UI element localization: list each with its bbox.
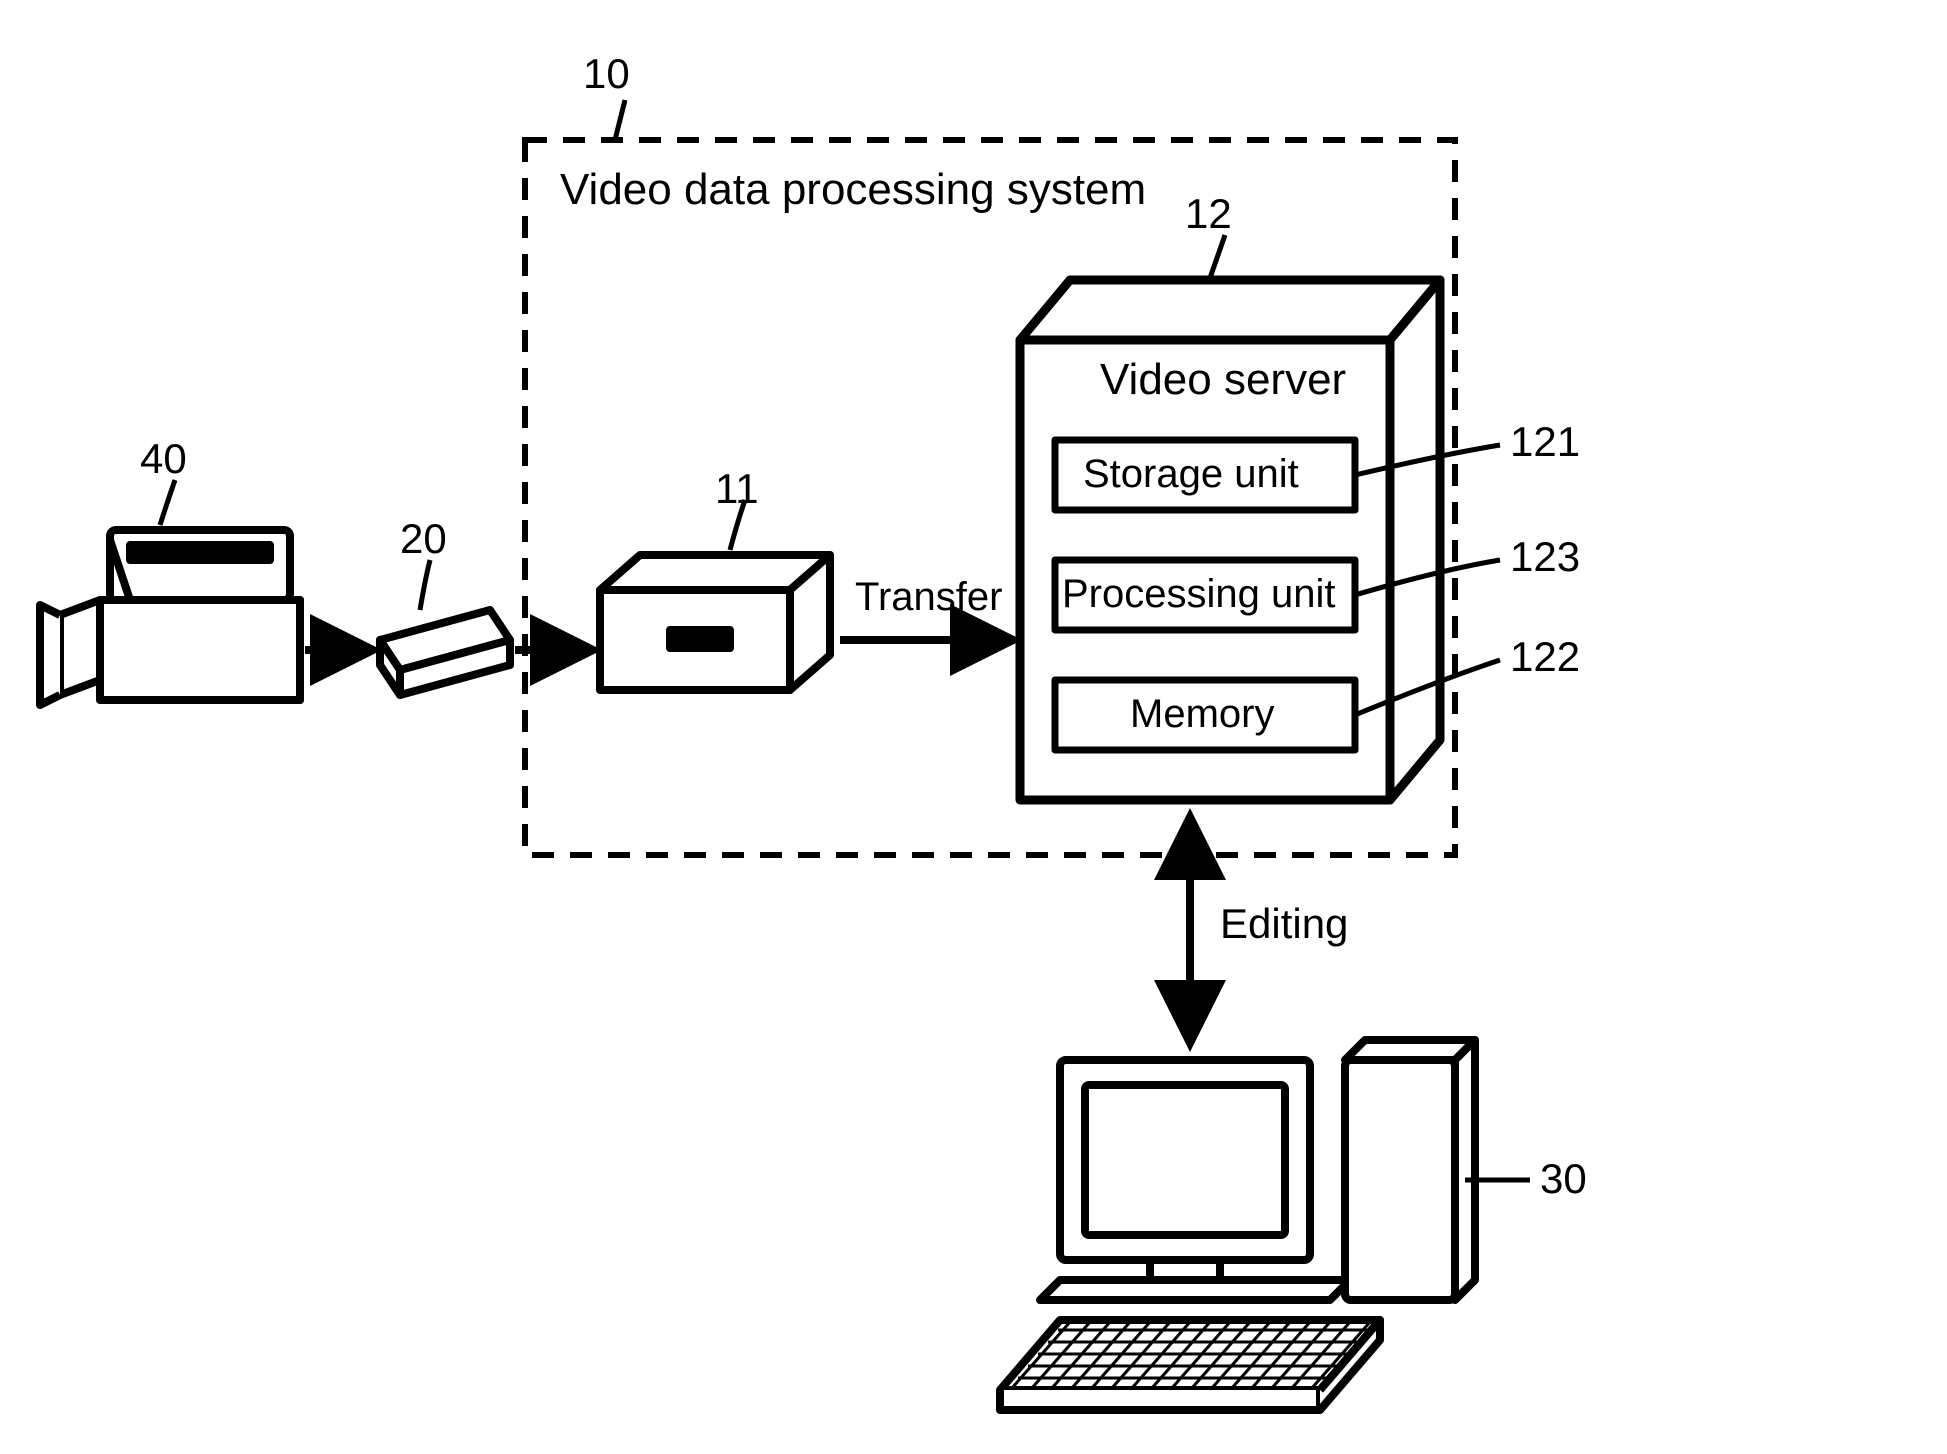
ref-30: 30 (1540, 1155, 1587, 1203)
ref-122: 122 (1510, 633, 1580, 681)
leader-12 (1210, 235, 1225, 278)
media-icon (380, 610, 510, 695)
diagram-svg (0, 0, 1947, 1454)
leader-10 (615, 100, 625, 140)
camera-icon (40, 530, 300, 705)
diagram-stage: 10 11 12 20 30 40 121 123 122 Video data… (0, 0, 1947, 1454)
ref-121: 121 (1510, 418, 1580, 466)
leader-40 (160, 480, 175, 525)
ref-12: 12 (1185, 190, 1232, 238)
editing-label: Editing (1220, 900, 1348, 948)
system-title: Video data processing system (560, 165, 1146, 215)
memory-label: Memory (1130, 692, 1274, 737)
server-title: Video server (1100, 355, 1346, 405)
processing-unit-label: Processing unit (1062, 572, 1335, 617)
storage-unit-label: Storage unit (1083, 452, 1299, 497)
transfer-label: Transfer (855, 575, 1002, 620)
reader-icon (600, 555, 830, 690)
leader-20 (420, 560, 430, 610)
ref-20: 20 (400, 515, 447, 563)
ref-40: 40 (140, 435, 187, 483)
ref-11: 11 (715, 465, 759, 513)
ref-10: 10 (583, 50, 630, 98)
ref-123: 123 (1510, 533, 1580, 581)
